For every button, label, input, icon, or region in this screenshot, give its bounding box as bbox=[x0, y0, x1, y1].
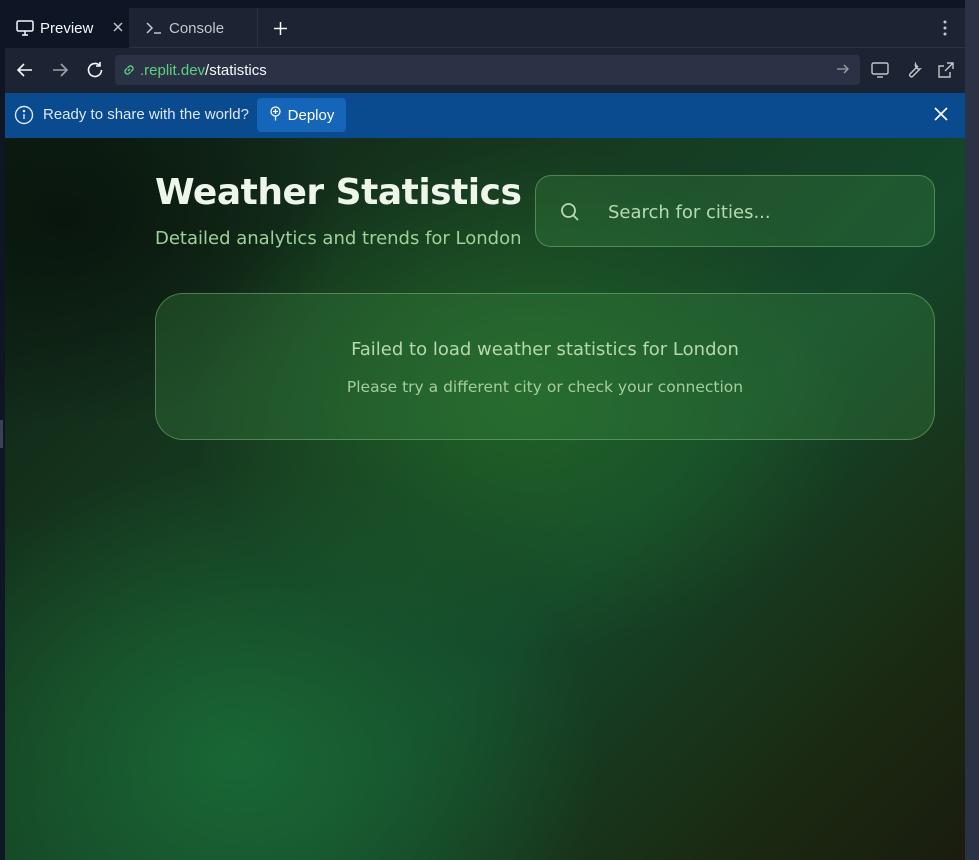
tab-preview-label: Preview bbox=[40, 19, 94, 37]
back-arrow-icon[interactable] bbox=[13, 58, 37, 82]
tab-bar: Preview Console bbox=[5, 8, 965, 48]
deploy-banner: Ready to share with the world? Deploy bbox=[5, 93, 965, 138]
link-icon bbox=[122, 62, 138, 78]
city-search-box[interactable] bbox=[535, 175, 935, 247]
deploy-icon bbox=[269, 105, 282, 125]
deploy-label: Deploy bbox=[287, 106, 335, 124]
error-card: Failed to load weather statistics for Lo… bbox=[155, 293, 935, 440]
info-icon bbox=[14, 105, 34, 125]
close-banner-icon[interactable] bbox=[934, 107, 952, 125]
more-options-icon[interactable] bbox=[935, 16, 955, 40]
terminal-icon bbox=[143, 17, 165, 39]
url-domain: .replit.dev bbox=[140, 61, 206, 79]
window-right-edge bbox=[965, 0, 979, 860]
devices-icon[interactable] bbox=[869, 59, 891, 81]
tab-console[interactable]: Console bbox=[134, 8, 258, 48]
resize-handle[interactable] bbox=[0, 420, 3, 448]
deploy-button[interactable]: Deploy bbox=[257, 98, 346, 132]
error-hint: Please try a different city or check you… bbox=[346, 378, 744, 396]
url-path: /statistics bbox=[205, 61, 267, 79]
tab-console-label: Console bbox=[169, 19, 225, 37]
monitor-icon bbox=[14, 17, 36, 39]
banner-message: Ready to share with the world? bbox=[43, 106, 249, 123]
add-tab-icon[interactable] bbox=[268, 16, 292, 40]
tab-preview[interactable]: Preview bbox=[5, 8, 129, 48]
app-preview: Weather Statistics Detailed analytics an… bbox=[5, 138, 965, 860]
city-search-input[interactable] bbox=[608, 194, 908, 230]
close-tab-icon[interactable] bbox=[109, 18, 127, 36]
reload-icon[interactable] bbox=[83, 58, 107, 82]
wrench-icon[interactable] bbox=[902, 59, 924, 81]
page-subtitle: Detailed analytics and trends for London bbox=[155, 228, 522, 249]
url-bar[interactable]: .replit.dev/statistics bbox=[115, 55, 860, 85]
address-toolbar: .replit.dev/statistics bbox=[5, 49, 965, 93]
forward-arrow-icon[interactable] bbox=[48, 58, 72, 82]
page-title: Weather Statistics bbox=[155, 172, 522, 213]
error-message: Failed to load weather statistics for Lo… bbox=[351, 339, 739, 360]
go-arrow-icon[interactable] bbox=[836, 62, 852, 78]
search-icon bbox=[560, 202, 580, 222]
open-external-icon[interactable] bbox=[934, 59, 956, 81]
